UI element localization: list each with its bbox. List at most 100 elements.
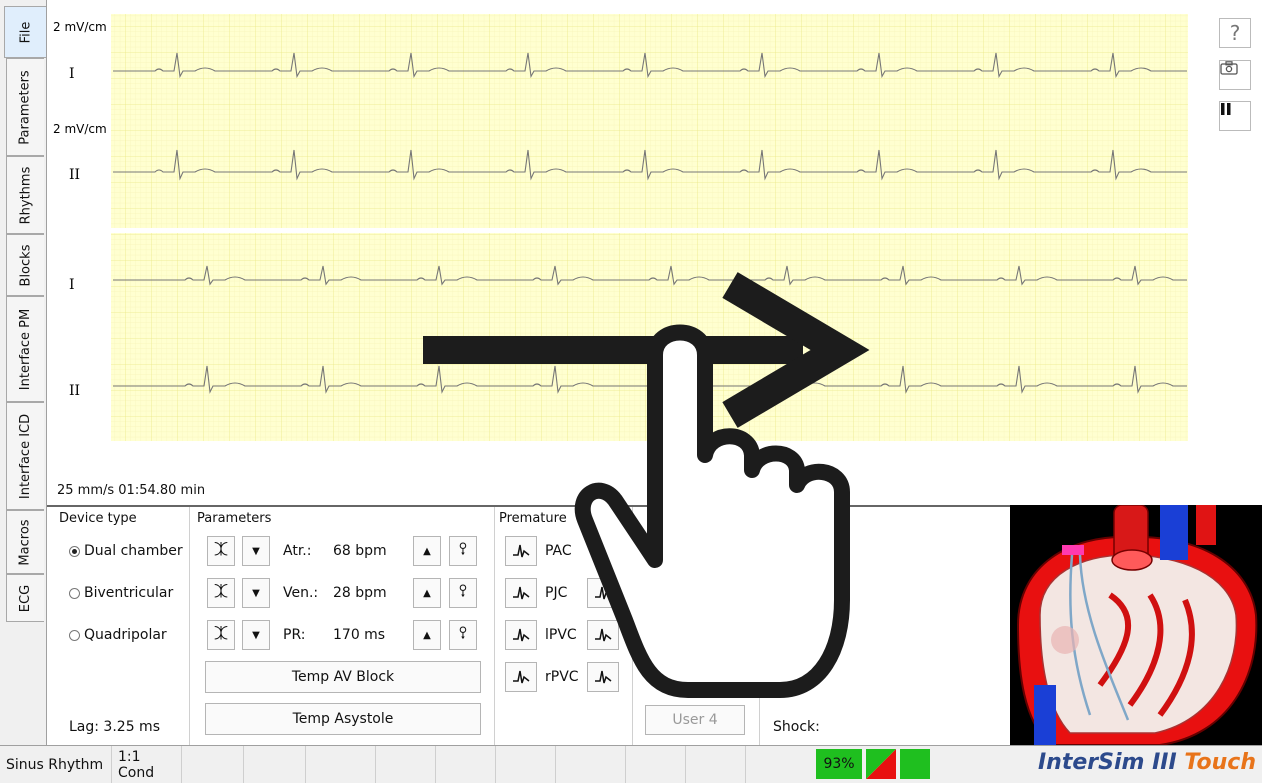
control-panel: Device type Dual chamber Biventricular Q… <box>47 505 1010 747</box>
tab-label: File <box>17 21 33 43</box>
caret-up-icon: ▲ <box>423 629 431 641</box>
tab-macros[interactable]: Macros <box>6 510 44 574</box>
lpvc-button[interactable] <box>505 620 537 650</box>
help-icon: ? <box>1229 21 1241 45</box>
atr-fast-increase-button[interactable]: ⯱ <box>449 536 477 566</box>
status-cell <box>496 746 556 783</box>
premature-beat-icon <box>595 628 612 642</box>
ven-fast-decrease-button[interactable]: ⯰ <box>207 578 235 608</box>
rhythm-status: Sinus Rhythm <box>0 746 112 783</box>
rpvc-label: rPVC <box>545 669 579 685</box>
radio-quadripolar[interactable]: Quadripolar <box>69 627 167 643</box>
tab-interface-pm[interactable]: Interface PM <box>6 296 44 402</box>
status-bar: Sinus Rhythm 1:1 Cond 93% InterSim III T… <box>0 745 1262 783</box>
pjc-button[interactable] <box>505 578 537 608</box>
pr-decrease-button[interactable]: ▼ <box>242 620 270 650</box>
tab-parameters[interactable]: Parameters <box>6 58 44 156</box>
premature-title: Premature <box>499 511 567 526</box>
atr-decrease-button[interactable]: ▼ <box>242 536 270 566</box>
tab-ecg[interactable]: ECG <box>6 574 44 622</box>
status-cell <box>306 746 376 783</box>
lead-label-1: I <box>69 66 75 82</box>
radio-dot <box>69 587 80 599</box>
status-cell <box>626 746 686 783</box>
status-cell <box>182 746 244 783</box>
pjc-alt-button[interactable] <box>587 578 619 608</box>
tab-label: ECG <box>18 584 33 612</box>
double-chevron-down-icon: ⯰ <box>213 626 229 642</box>
heart-illustration <box>1010 505 1262 745</box>
radio-label: Biventricular <box>84 585 174 601</box>
double-chevron-down-icon: ⯰ <box>213 584 229 600</box>
status-cell <box>686 746 746 783</box>
pr-increase-button[interactable]: ▲ <box>413 620 441 650</box>
pr-fast-decrease-button[interactable]: ⯰ <box>207 620 235 650</box>
status-cell <box>244 746 306 783</box>
status-cell <box>436 746 496 783</box>
pac-label: PAC <box>545 543 572 559</box>
help-button[interactable]: ? <box>1219 18 1251 48</box>
battery-indicator: 93% <box>816 749 862 779</box>
tab-label: Macros <box>18 518 33 566</box>
ven-value: 28 bpm <box>333 585 387 601</box>
tab-label: Blocks <box>18 244 33 286</box>
tab-label: Interface PM <box>18 308 34 390</box>
pr-fast-increase-button[interactable]: ⯱ <box>449 620 477 650</box>
parameters-title: Parameters <box>197 511 272 526</box>
ven-decrease-button[interactable]: ▼ <box>242 578 270 608</box>
lead-label-3: I <box>69 277 75 293</box>
radio-dot <box>69 629 80 641</box>
lead-label-2: II <box>69 167 80 183</box>
temp-av-block-button[interactable]: Temp AV Block <box>205 661 481 693</box>
atr-increase-button[interactable]: ▲ <box>413 536 441 566</box>
pac-button[interactable] <box>505 536 537 566</box>
ecg-grid: 2 mV/cm I 2 mV/cm II I II <box>53 14 1188 441</box>
radio-label: Dual chamber <box>84 543 183 559</box>
radio-biventricular[interactable]: Biventricular <box>69 585 173 601</box>
conduction-status: 1:1 Cond <box>112 746 182 783</box>
atr-fast-decrease-button[interactable]: ⯰ <box>207 536 235 566</box>
status-cell <box>556 746 626 783</box>
brand-name: InterSim III <box>1038 750 1185 775</box>
pjc-label: PJC <box>545 585 568 601</box>
lpvc-alt-button[interactable] <box>587 620 619 650</box>
vertical-tab-strip: File Parameters Rhythms Blocks Interface… <box>0 0 47 745</box>
radio-dual-chamber[interactable]: Dual chamber <box>69 543 183 559</box>
ven-label: Ven.: <box>283 585 319 601</box>
brand-suffix: Touch <box>1184 750 1256 775</box>
gain-label-2: 2 mV/cm <box>53 122 107 136</box>
status-cell <box>376 746 436 783</box>
separator <box>494 507 495 747</box>
tab-rhythms[interactable]: Rhythms <box>6 156 44 234</box>
tab-label: Rhythms <box>18 166 33 224</box>
tab-file[interactable]: File <box>4 6 46 58</box>
camera-icon <box>1220 61 1238 75</box>
snapshot-button[interactable] <box>1219 60 1251 90</box>
pause-button[interactable] <box>1219 101 1251 131</box>
lead-label-4: II <box>69 383 80 399</box>
timebase-readout: 25 mm/s 01:54.80 min <box>57 483 206 498</box>
ecg-display: 2 mV/cm I 2 mV/cm II I II 25 mm/s 01:54.… <box>47 0 1262 505</box>
user-4-button[interactable]: User 4 <box>645 705 745 735</box>
separator <box>759 507 760 747</box>
gain-label-1: 2 mV/cm <box>53 20 107 34</box>
pr-label: PR: <box>283 627 306 643</box>
brand-logo: InterSim III Touch <box>1038 750 1256 775</box>
caret-down-icon: ▼ <box>252 587 260 599</box>
premature-beat-icon <box>595 670 612 684</box>
ven-increase-button[interactable]: ▲ <box>413 578 441 608</box>
rpvc-button[interactable] <box>505 662 537 692</box>
tab-label: Interface ICD <box>18 413 34 499</box>
tab-blocks[interactable]: Blocks <box>6 234 44 296</box>
ven-fast-increase-button[interactable]: ⯱ <box>449 578 477 608</box>
tab-interface-icd[interactable]: Interface ICD <box>6 402 44 510</box>
double-chevron-up-icon: ⯱ <box>459 542 467 558</box>
caret-down-icon: ▼ <box>252 629 260 641</box>
pr-value: 170 ms <box>333 627 386 643</box>
radio-label: Quadripolar <box>84 627 167 643</box>
pacing-indicator <box>900 749 930 779</box>
temp-asystole-button[interactable]: Temp Asystole <box>205 703 481 735</box>
premature-beat-icon <box>513 628 530 642</box>
rpvc-alt-button[interactable] <box>587 662 619 692</box>
caret-up-icon: ▲ <box>423 545 431 557</box>
